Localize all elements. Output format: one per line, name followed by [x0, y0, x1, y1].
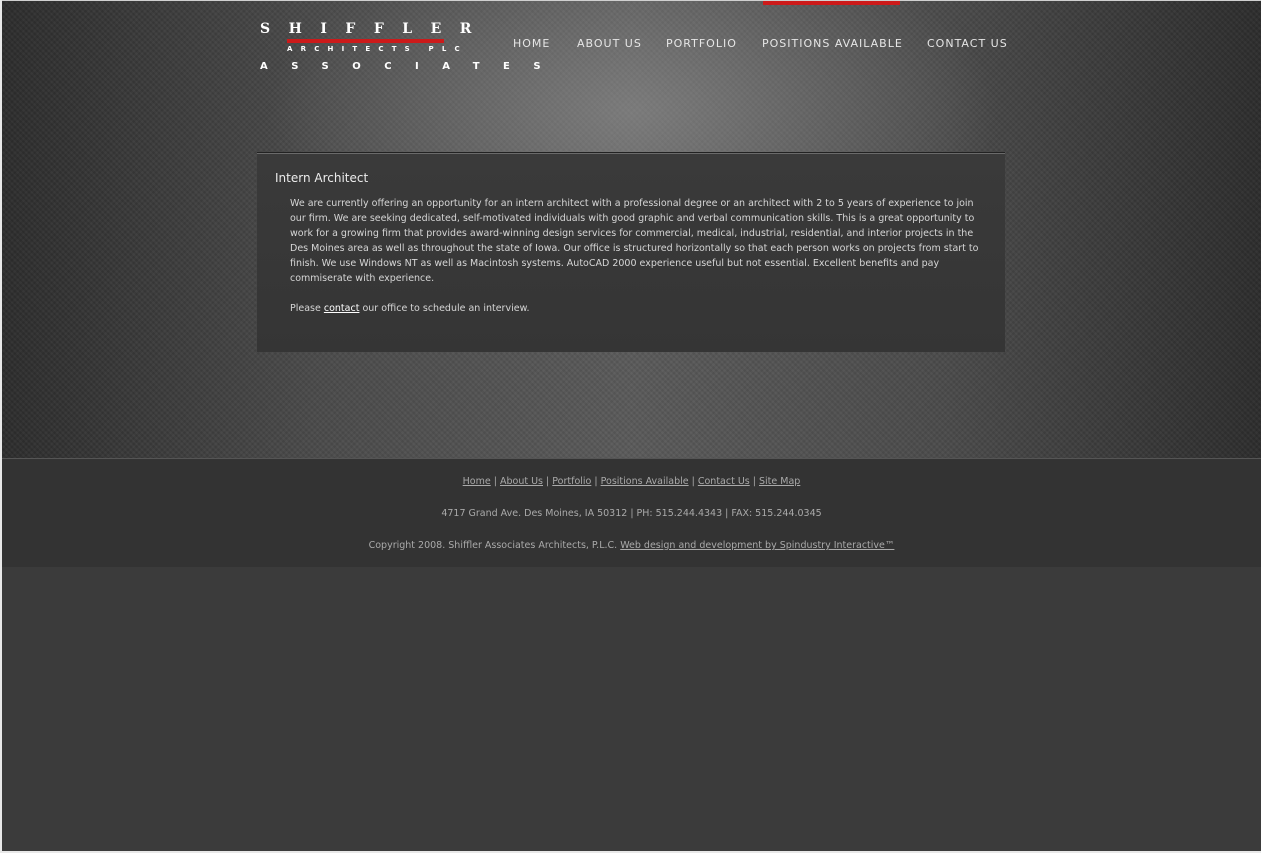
footer-link-about-us[interactable]: About Us — [500, 476, 543, 487]
contact-prompt: Please contact our office to schedule an… — [290, 301, 529, 316]
contact-link[interactable]: contact — [324, 303, 360, 314]
footer-separator: | — [691, 476, 695, 487]
job-description: We are currently offering an opportunity… — [290, 198, 979, 284]
footer-link-positions-available[interactable]: Positions Available — [601, 476, 689, 487]
nav-active-indicator — [763, 1, 900, 5]
footer-address: 4717 Grand Ave. Des Moines, IA 50312 | P… — [441, 508, 822, 519]
nav-contact-us[interactable]: CONTACT US — [927, 37, 1008, 50]
content-divider — [257, 153, 1005, 154]
footer-link-home[interactable]: Home — [463, 476, 491, 487]
logo-red-bar — [287, 39, 444, 43]
footer-link-portfolio[interactable]: Portfolio — [552, 476, 591, 487]
footer-separator: | — [546, 476, 550, 487]
footer-copyright: Copyright 2008. Shiffler Associates Arch… — [2, 540, 1261, 551]
nav-home[interactable]: HOME — [513, 37, 550, 50]
logo-line-shiffler: SHIFFLER — [260, 21, 490, 37]
content-panel: Intern Architect We are currently offeri… — [257, 152, 1005, 352]
logo[interactable]: SHIFFLER ARCHITECTS PLC ASSOCIATES — [260, 21, 565, 75]
footer-separator: | — [752, 476, 756, 487]
nav-about-us[interactable]: ABOUT US — [577, 37, 642, 50]
contact-prompt-prefix: Please — [290, 303, 321, 314]
footer-link-site-map[interactable]: Site Map — [759, 476, 800, 487]
copyright-text: Copyright 2008. Shiffler Associates Arch… — [368, 540, 618, 551]
footer-separator: | — [594, 476, 598, 487]
footer-nav: Home | About Us | Portfolio | Positions … — [2, 476, 1261, 487]
footer: Home | About Us | Portfolio | Positions … — [2, 458, 1261, 568]
logo-line-architects: ARCHITECTS PLC — [287, 45, 468, 53]
credit-link[interactable]: Web design and development by Spindustry… — [620, 540, 894, 551]
footer-link-contact-us[interactable]: Contact Us — [698, 476, 750, 487]
page-background — [2, 567, 1261, 851]
footer-separator: | — [493, 476, 497, 487]
contact-prompt-suffix: our office to schedule an interview. — [362, 303, 530, 314]
nav-positions-available[interactable]: POSITIONS AVAILABLE — [762, 37, 903, 50]
page-title: Intern Architect — [275, 171, 369, 185]
logo-line-associates: ASSOCIATES — [260, 61, 565, 72]
nav-portfolio[interactable]: PORTFOLIO — [666, 37, 737, 50]
